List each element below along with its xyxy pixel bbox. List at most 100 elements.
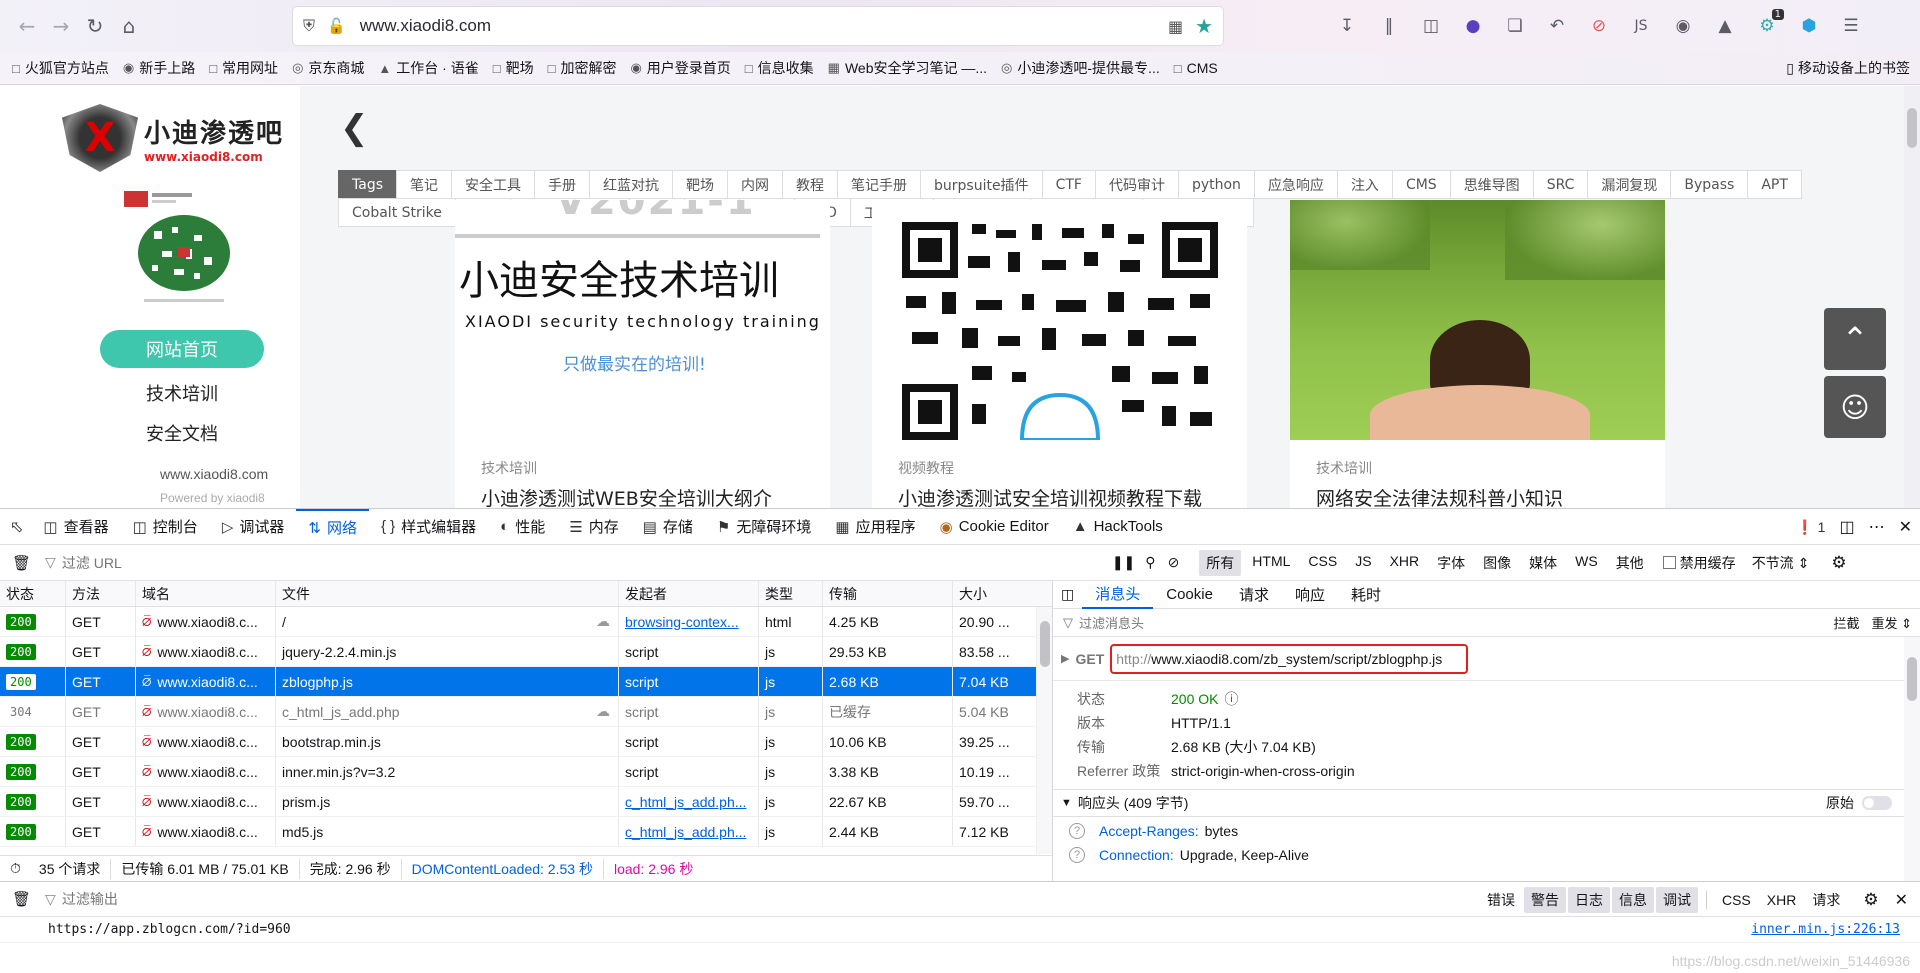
tag-item[interactable]: 手册 [534, 170, 590, 199]
help-icon[interactable]: ? [1069, 823, 1085, 839]
block-url-icon[interactable]: ⊘ [1168, 554, 1180, 571]
filter-url-input[interactable] [61, 554, 1102, 571]
block-button[interactable]: 拦截 [1833, 613, 1859, 632]
shield-icon[interactable]: ⛨ [303, 16, 315, 36]
tag-item[interactable]: Tags [338, 170, 397, 199]
bookmark-item[interactable]: ◉ 用户登录首页 [630, 58, 730, 78]
expand-arrow-icon[interactable]: ▶ [1061, 652, 1069, 665]
pause-icon[interactable]: ❚❚ [1112, 554, 1135, 571]
url-text[interactable]: www.xiaodi8.com [360, 16, 1168, 36]
error-counter[interactable]: ❗ 1 [1796, 519, 1825, 536]
devtools-tab[interactable]: { } 样式编辑器 [369, 509, 488, 545]
type-filter-button[interactable]: CSS [1301, 550, 1344, 576]
initiator-text[interactable]: c_html_js_add.ph... [625, 824, 746, 840]
column-header[interactable]: 方法 [66, 581, 136, 606]
tag-item[interactable]: 漏洞复现 [1587, 170, 1672, 199]
devtools-tab[interactable]: ☰ 内存 [557, 509, 630, 545]
console-level-filter[interactable]: 日志 [1567, 887, 1610, 913]
devtools-tab[interactable]: ▦ 应用程序 [823, 509, 927, 545]
request-row[interactable]: 304 GET ⦱ www.xiaodi8.c... c_html_js_add.php… [0, 697, 1052, 727]
console-message-text[interactable]: https://app.zblogcn.com/?id=960 [48, 922, 291, 937]
detail-tab[interactable]: 请求 [1226, 581, 1282, 609]
bookmark-item[interactable]: □ CMS [1174, 60, 1218, 76]
tag-item[interactable]: CMS [1391, 170, 1451, 199]
devtools-tab[interactable]: ▤ 存储 [631, 509, 705, 545]
tag-item[interactable]: Bypass [1670, 170, 1749, 199]
article-card-1[interactable]: V2021-1 小迪安全技术培训 XIAODI security technol… [455, 200, 830, 508]
tag-item[interactable]: SRC [1532, 170, 1589, 199]
nav-home-button[interactable]: 网站首页 [100, 330, 264, 368]
download-icon[interactable]: ↧ [1330, 9, 1364, 43]
scroll-top-button[interactable]: ⌃ [1824, 308, 1886, 370]
tag-item[interactable]: CTF [1041, 170, 1096, 199]
initiator-text[interactable]: browsing-contex... [625, 614, 739, 630]
filter-headers-input[interactable]: 过滤消息头 [1079, 613, 1833, 632]
close-devtools-icon[interactable]: ✕ [1899, 517, 1912, 537]
type-filter-button[interactable]: 图像 [1476, 550, 1518, 576]
response-headers-section[interactable]: ▼ 响应头 (409 字节) 原始 [1053, 789, 1920, 817]
qr-code-icon[interactable]: ▦ [1168, 17, 1183, 36]
checkbox-box[interactable] [1662, 556, 1676, 569]
library-icon[interactable]: ‖ [1372, 9, 1406, 43]
initiator-cell[interactable]: c_html_js_add.ph... [619, 817, 759, 846]
initiator-cell[interactable]: browsing-contex... [619, 607, 759, 636]
tag-item[interactable]: 红蓝对抗 [589, 170, 673, 199]
page-scrollbar[interactable] [1904, 86, 1920, 508]
request-row[interactable]: 200 GET ⦱ www.xiaodi8.c... zblogphp.js script… [0, 667, 1052, 697]
request-row[interactable]: 200 GET ⦱ www.xiaodi8.c... md5.js c_html_js_a… [0, 817, 1052, 847]
bookmark-item[interactable]: ◎ 小迪渗透吧-提供最专... [1001, 58, 1160, 78]
back-icon[interactable]: ← [10, 9, 44, 43]
column-header[interactable]: 传输 [823, 581, 953, 606]
site-logo[interactable]: X 小迪渗透吧 www.xiaodi8.com [62, 104, 284, 172]
tag-item[interactable]: 安全工具 [451, 170, 535, 199]
request-row[interactable]: 200 GET ⦱ www.xiaodi8.c... bootstrap.min.js s… [0, 727, 1052, 757]
nav-docs-link[interactable]: 安全文档 [100, 420, 264, 446]
bookmark-item[interactable]: ◉ 新手上路 [123, 58, 195, 78]
card-title[interactable]: 网络安全法律法规科普小知识 [1290, 484, 1665, 508]
console-level-filter[interactable]: 错误 [1480, 887, 1522, 913]
js-icon[interactable]: JS [1624, 9, 1658, 43]
type-filter-button[interactable]: 其他 [1609, 550, 1651, 576]
nav-training-link[interactable]: 技术培训 [100, 380, 264, 406]
type-filter-button[interactable]: JS [1348, 550, 1378, 576]
bookmark-star-icon[interactable]: ★ [1195, 14, 1213, 38]
bookmark-item[interactable]: ◎ 京东商城 [292, 58, 364, 78]
raw-toggle-knob[interactable] [1864, 798, 1874, 808]
menu-icon[interactable]: ☰ [1834, 9, 1868, 43]
detail-tab[interactable]: 响应 [1282, 581, 1338, 609]
reload-icon[interactable]: ↻ [78, 9, 112, 43]
devtools-tab[interactable]: ⇅ 网络 [296, 508, 369, 545]
column-header[interactable]: 域名 [136, 581, 276, 606]
undo-icon[interactable]: ↶ [1540, 9, 1574, 43]
devtools-tab[interactable]: ◫ 查看器 [31, 509, 120, 545]
network-settings-icon[interactable]: ⚙ [1831, 553, 1846, 573]
request-row[interactable]: 200 GET ⦱ www.xiaodi8.c... inner.min.js?v=3.… [0, 757, 1052, 787]
bookmark-item[interactable]: □ 火狐官方站点 [12, 58, 109, 78]
back-chevron-icon[interactable]: ❮ [340, 108, 369, 148]
card-title[interactable]: 小迪渗透测试安全培训视频教程下载 [872, 484, 1247, 508]
tag-item[interactable]: 教程 [782, 170, 838, 199]
column-header[interactable]: 文件 [276, 581, 619, 606]
tag-item[interactable]: 思维导图 [1449, 170, 1534, 199]
bookmark-item[interactable]: ▲ 工作台 · 语雀 [378, 58, 478, 78]
account-icon[interactable]: ● [1456, 9, 1490, 43]
console-type-filter[interactable]: XHR [1760, 889, 1804, 911]
devtools-tab[interactable]: ◉ Cookie Editor [928, 509, 1061, 545]
hexagon-extension-icon[interactable]: ⬢ [1792, 9, 1826, 43]
request-row[interactable]: 200 GET ⦱ www.xiaodi8.c... / ☁ browsing-contex… [0, 607, 1052, 637]
tag-item[interactable]: 代码审计 [1094, 170, 1179, 199]
tag-item[interactable]: APT [1747, 170, 1802, 199]
console-level-filter[interactable]: 警告 [1523, 887, 1566, 913]
tag-item[interactable]: 笔记手册 [837, 170, 921, 199]
forward-icon[interactable]: → [44, 9, 78, 43]
stopwatch-icon[interactable]: ⏱ [10, 860, 31, 877]
bookmark-item[interactable]: □ 靶场 [493, 58, 534, 78]
console-type-filter[interactable]: CSS [1715, 889, 1758, 911]
console-source-link[interactable]: inner.min.js:226:13 [1751, 922, 1900, 937]
devtools-tab[interactable]: ▲ HackTools [1061, 509, 1175, 545]
trash-icon[interactable]: 🗑 [12, 554, 31, 572]
tag-item[interactable]: 笔记 [396, 170, 452, 199]
article-card-2[interactable]: 视频教程 小迪渗透测试安全培训视频教程下载 [872, 200, 1247, 508]
initiator-cell[interactable]: c_html_js_add.ph... [619, 787, 759, 816]
detail-tab[interactable]: Cookie [1153, 581, 1226, 609]
